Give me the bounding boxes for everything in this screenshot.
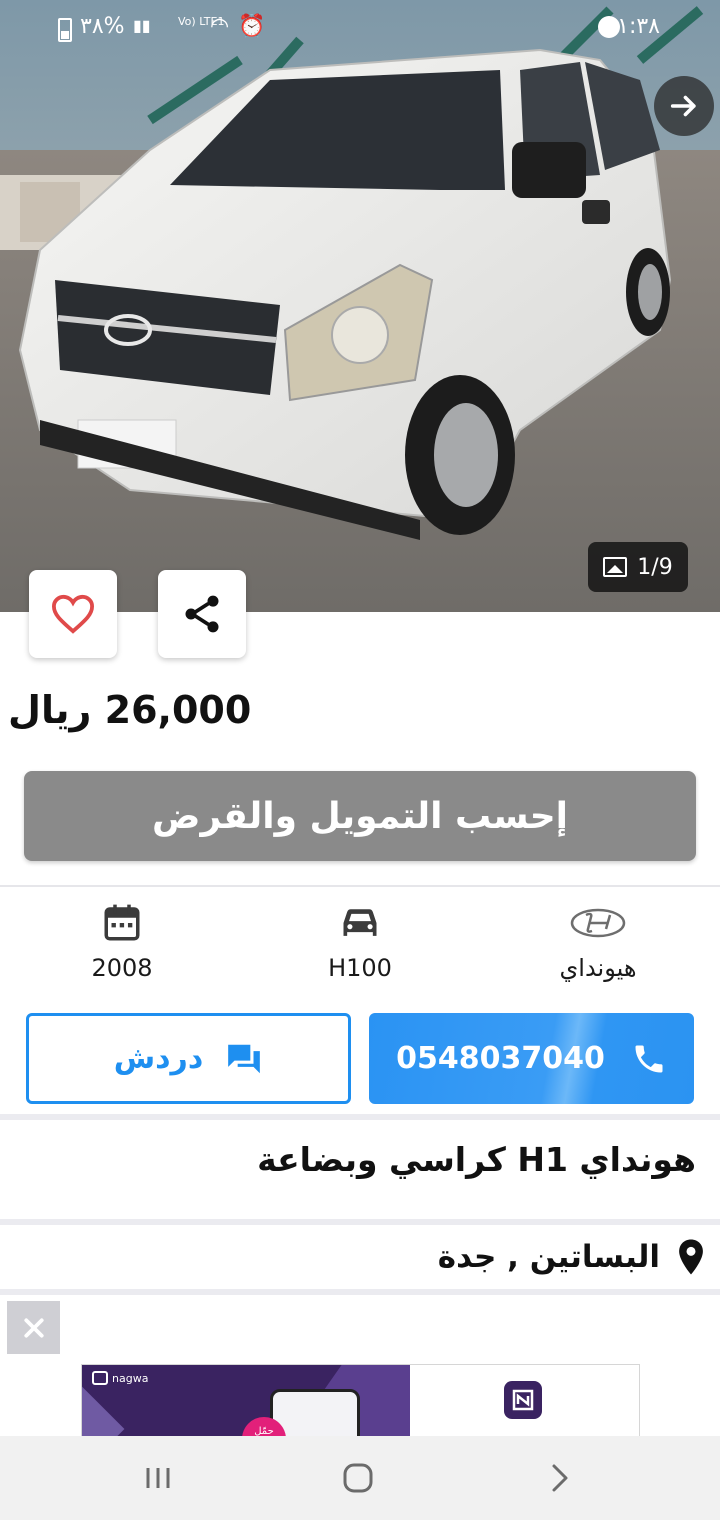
recents-button[interactable] — [128, 1458, 188, 1498]
status-time: ١:٣٨ — [617, 14, 660, 39]
spec-year-value: 2008 — [91, 954, 153, 982]
ad-banner[interactable]: nagwa حمّل — [81, 1364, 640, 1436]
battery-icon — [58, 18, 72, 42]
location-text: البساتين , جدة — [437, 1239, 660, 1275]
divider — [0, 1219, 720, 1225]
spec-year: 2008 — [42, 898, 202, 982]
ad-image: nagwa حمّل — [82, 1365, 410, 1436]
chat-button-label: دردش — [113, 1041, 204, 1076]
chevron-right-icon — [552, 1464, 568, 1492]
location-pin-icon — [679, 1239, 703, 1275]
car-icon — [343, 909, 377, 936]
price: 26,000 ريال — [8, 688, 252, 732]
divider — [0, 1114, 720, 1120]
chat-icon — [228, 1044, 261, 1073]
status-bar: ٣٨% ▮▮ Vo) LTE1 ◠ ⏰ ١:٣٨ — [0, 0, 720, 56]
alarm-icon: ⏰ — [238, 14, 266, 39]
back-button[interactable] — [530, 1458, 590, 1498]
close-icon — [23, 1317, 44, 1338]
image-icon — [603, 557, 628, 577]
heart-icon — [51, 594, 95, 634]
home-icon — [343, 1463, 373, 1493]
signal-icon: ▮▮ — [133, 16, 151, 35]
battery-percent: ٣٨% — [80, 14, 125, 39]
calendar-icon — [104, 904, 140, 941]
share-button[interactable] — [158, 570, 246, 658]
system-nav-bar — [0, 1436, 720, 1520]
calculate-finance-button[interactable]: إحسب التمويل والقرض — [24, 771, 696, 861]
divider — [0, 1289, 720, 1295]
chat-button[interactable]: دردش — [26, 1013, 351, 1104]
arrow-right-icon — [670, 95, 696, 117]
divider — [0, 885, 720, 887]
wifi-icon: ◠ — [210, 14, 230, 39]
ad-brand: nagwa — [92, 1371, 148, 1385]
location-row: البساتين , جدة — [438, 1238, 706, 1276]
home-button[interactable] — [328, 1458, 388, 1498]
spec-brand-value: هيونداي — [559, 954, 637, 982]
listing-photo[interactable] — [0, 0, 720, 612]
image-counter-text: 1/9 — [637, 554, 673, 580]
listing-title: هونداي H1 كراسي وبضاعة — [257, 1140, 696, 1179]
call-button[interactable]: 0548037040 — [369, 1013, 694, 1104]
favorite-button[interactable] — [29, 570, 117, 658]
ad-side-panel — [410, 1365, 639, 1436]
ad-brand-name: nagwa — [112, 1371, 149, 1385]
recents-icon — [146, 1468, 170, 1488]
nagwa-app-icon — [504, 1381, 542, 1419]
phone-icon — [635, 1045, 663, 1072]
phone-number: 0548037040 — [396, 1041, 605, 1076]
next-image-button[interactable] — [654, 76, 714, 136]
nagwa-logo-icon — [92, 1371, 108, 1385]
spec-model-value: H100 — [328, 954, 392, 982]
spec-brand: هيونداي — [518, 898, 678, 982]
hyundai-logo-icon — [570, 908, 626, 938]
van-photo-illustration — [0, 0, 720, 612]
image-counter-badge: 1/9 — [588, 542, 688, 592]
spec-model: H100 — [280, 898, 440, 982]
share-icon — [185, 595, 219, 633]
close-ad-button[interactable] — [7, 1301, 60, 1354]
